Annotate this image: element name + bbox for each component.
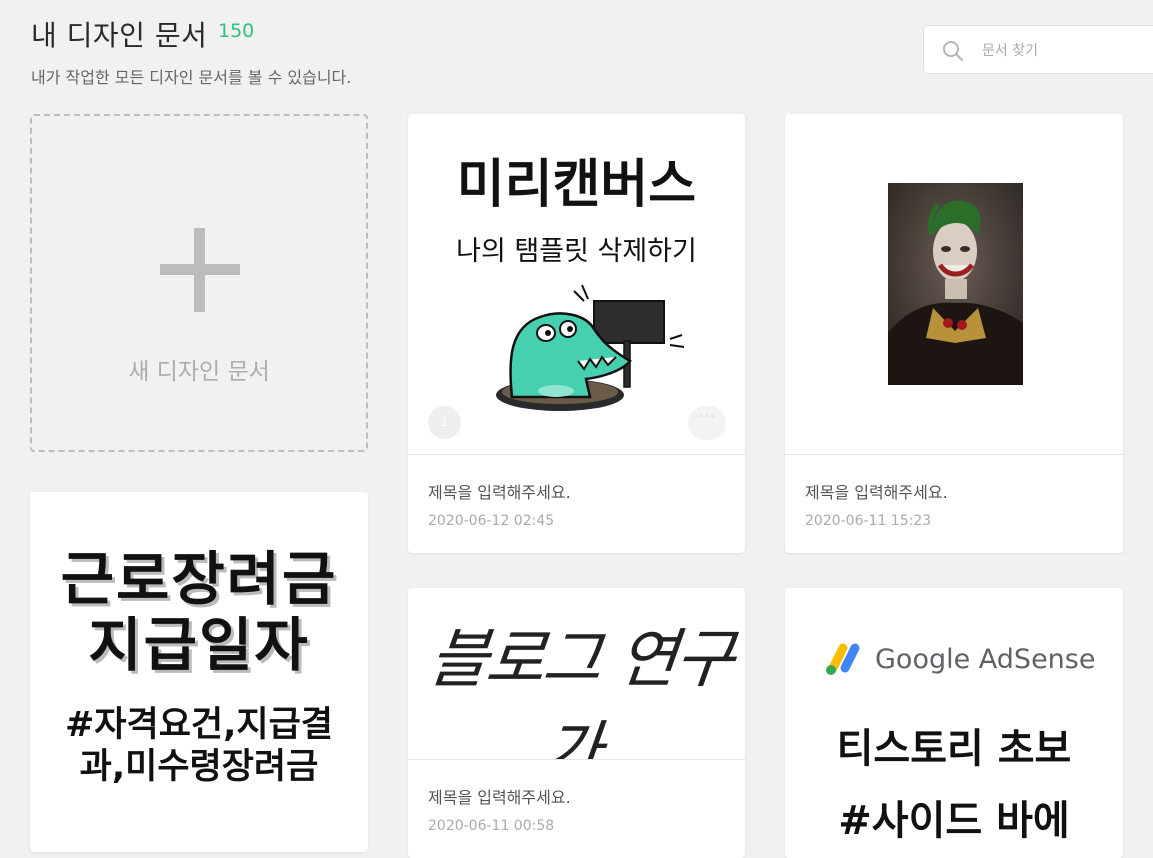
document-date: 2020-06-11 00:58	[428, 818, 555, 834]
adsense-logo-text: Google AdSense	[875, 644, 1096, 675]
document-thumbnail[interactable]: 근로장려금 지급일자 #자격요건,지급결 과,미수령장려금	[30, 492, 368, 832]
more-options-icon[interactable]: ···	[688, 406, 726, 440]
thumbnail-subtitle: 과,미수령장려금	[79, 747, 319, 787]
thumbnail-title: 블로그 연구가	[425, 623, 736, 759]
crocodile-illustration	[496, 284, 685, 411]
document-date: 2020-06-12 02:45	[428, 513, 555, 529]
document-card[interactable]: 제목을 입력해주세요. 2020-06-11 15:23	[785, 114, 1123, 553]
document-card[interactable]: 미리캔버스 나의 탬플릿 삭제하기 1 ··· 제목을 입력해주세요. 2020…	[408, 114, 745, 553]
document-thumbnail[interactable]: 미리캔버스 나의 탬플릿 삭제하기 1 ···	[408, 114, 745, 454]
page-subtitle: 내가 작업한 모든 디자인 문서를 볼 수 있습니다.	[31, 68, 352, 87]
document-card[interactable]: 근로장려금 지급일자 #자격요건,지급결 과,미수령장려금	[30, 492, 368, 852]
page-count-badge: 1	[428, 406, 461, 439]
document-date: 2020-06-11 15:23	[805, 513, 932, 529]
page-title: 내 디자인 문서	[31, 19, 208, 52]
document-info: 제목을 입력해주세요. 2020-06-12 02:45	[408, 454, 745, 553]
thumbnail-title: 지급일자	[88, 611, 310, 679]
thumbnail-subtitle: 나의 탬플릿 삭제하기	[456, 236, 697, 267]
search-icon	[943, 41, 963, 61]
plus-icon	[160, 228, 240, 312]
document-card[interactable]: Google AdSense 티스토리 초보 #사이드 바에	[785, 588, 1123, 858]
document-card[interactable]: 블로그 연구가 제목을 입력해주세요. 2020-06-11 00:58	[408, 588, 745, 858]
document-title[interactable]: 제목을 입력해주세요.	[428, 784, 571, 808]
document-thumbnail[interactable]: 블로그 연구가	[408, 588, 745, 759]
thumbnail-subtitle: #사이드 바에	[838, 798, 1070, 844]
joker-figure-image	[888, 183, 1023, 385]
thumbnail-title: 미리캔버스	[456, 155, 697, 215]
adsense-logo-icon	[826, 643, 860, 675]
document-thumbnail[interactable]: Google AdSense 티스토리 초보 #사이드 바에	[785, 588, 1123, 858]
document-count: 150	[218, 20, 255, 42]
thumbnail-title: 티스토리 초보	[836, 726, 1072, 772]
document-info: 제목을 입력해주세요. 2020-06-11 00:58	[408, 759, 745, 858]
document-thumbnail[interactable]	[785, 114, 1123, 454]
document-info: 제목을 입력해주세요. 2020-06-11 15:23	[785, 454, 1123, 553]
document-title[interactable]: 제목을 입력해주세요.	[428, 479, 571, 503]
new-design-label: 새 디자인 문서	[128, 359, 270, 385]
search-box[interactable]	[923, 25, 1153, 74]
document-title[interactable]: 제목을 입력해주세요.	[805, 479, 948, 503]
search-input[interactable]	[980, 38, 1153, 64]
new-design-button[interactable]: 새 디자인 문서	[30, 114, 368, 452]
